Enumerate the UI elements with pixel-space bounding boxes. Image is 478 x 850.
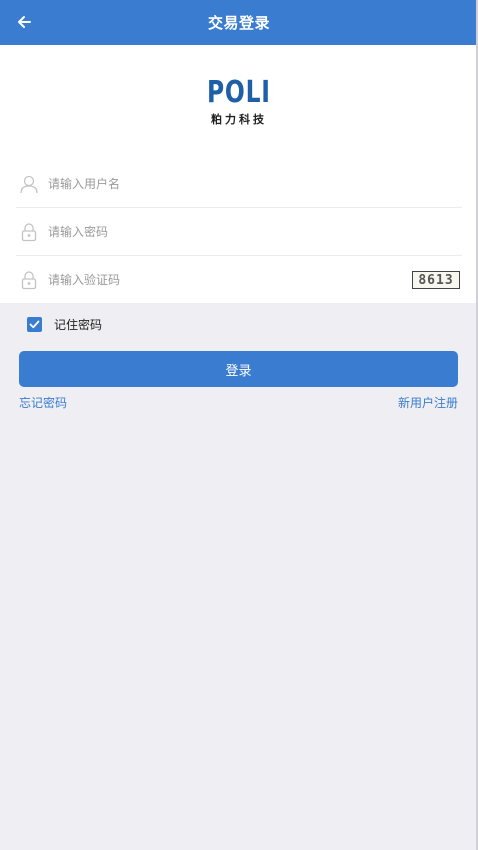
- login-button[interactable]: 登录: [19, 351, 458, 387]
- username-row: [16, 160, 462, 208]
- user-icon: [18, 173, 40, 195]
- remember-label: 记住密码: [54, 317, 103, 332]
- register-link[interactable]: 新用户注册: [398, 394, 458, 411]
- lock-icon: [18, 221, 40, 243]
- password-row: [16, 208, 462, 256]
- arrow-left-icon: [18, 16, 31, 28]
- logo: POLI 粕力科技: [0, 77, 478, 127]
- username-input[interactable]: [48, 168, 462, 199]
- back-button[interactable]: [10, 8, 38, 36]
- check-icon: [29, 320, 40, 328]
- page-title: 交易登录: [207, 14, 270, 32]
- remember-checkbox[interactable]: [27, 316, 42, 332]
- remember-password[interactable]: 记住密码: [27, 313, 102, 335]
- logo-subtitle: 粕力科技: [211, 113, 267, 126]
- captcha-input[interactable]: [48, 265, 412, 295]
- forgot-password-link[interactable]: 忘记密码: [19, 394, 67, 411]
- password-input[interactable]: [48, 216, 462, 247]
- lock-icon: [18, 269, 40, 291]
- captcha-image[interactable]: 8613: [412, 271, 460, 289]
- captcha-row: 8613: [16, 256, 462, 304]
- top-bar: 交易登录: [0, 0, 478, 45]
- logo-brand: POLI: [207, 75, 271, 110]
